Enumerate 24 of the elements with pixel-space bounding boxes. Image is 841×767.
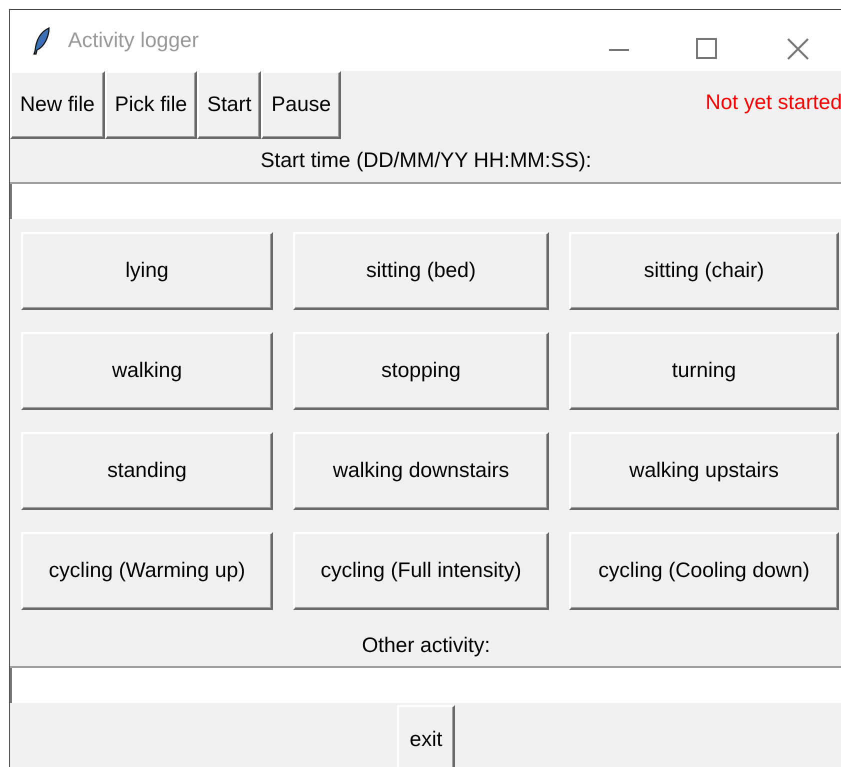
feather-icon xyxy=(32,26,52,54)
activity-button[interactable]: cycling (Cooling down) xyxy=(569,532,839,610)
activity-button[interactable]: sitting (chair) xyxy=(569,232,839,310)
activity-button[interactable]: walking xyxy=(21,332,273,410)
activity-button[interactable]: stopping xyxy=(293,332,549,410)
activity-button[interactable]: turning xyxy=(569,332,839,410)
activity-button[interactable]: cycling (Warming up) xyxy=(21,532,273,610)
other-activity-field[interactable] xyxy=(10,668,841,703)
toolbar-button[interactable]: New file xyxy=(10,71,105,139)
activity-button[interactable]: sitting (bed) xyxy=(293,232,549,310)
toolbar-button[interactable]: Pick file xyxy=(104,71,198,139)
activity-button[interactable]: walking upstairs xyxy=(569,432,839,510)
activity-button[interactable]: lying xyxy=(21,232,273,310)
toolbar-button[interactable]: Start xyxy=(197,71,262,139)
exit-button[interactable]: exit xyxy=(397,705,455,767)
activity-button[interactable]: standing xyxy=(21,432,273,510)
start-time-field[interactable] xyxy=(10,184,841,219)
toolbar-button[interactable]: Pause xyxy=(261,71,341,139)
window-title: Activity logger xyxy=(68,28,199,52)
field-label: Other activity: xyxy=(362,633,490,659)
activity-button[interactable]: cycling (Full intensity) xyxy=(293,532,549,610)
activity-button[interactable]: walking downstairs xyxy=(293,432,549,510)
status-text: Not yet started xyxy=(705,90,841,115)
field-label: Start time (DD/MM/YY HH:MM:SS): xyxy=(260,148,592,174)
